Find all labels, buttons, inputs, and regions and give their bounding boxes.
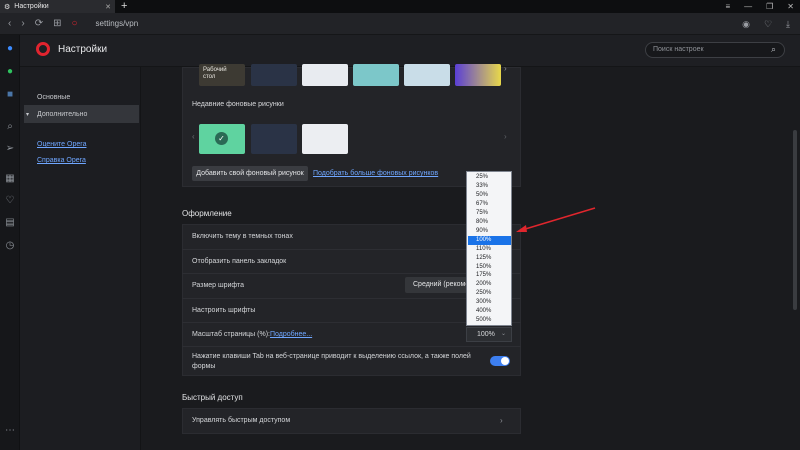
window-controls: ≡ — ❐ ✕	[725, 0, 794, 13]
minimize-button[interactable]: —	[744, 0, 752, 13]
page-zoom-select[interactable]: 100% ⌄	[466, 327, 512, 342]
whatsapp-icon[interactable]: ●	[4, 66, 16, 78]
forward-icon[interactable]: ›	[21, 18, 24, 29]
search-input[interactable]: Поиск настроек	[645, 42, 785, 58]
font-size-label: Размер шрифта	[192, 282, 245, 289]
customize-fonts-label[interactable]: Настроить шрифты	[192, 307, 255, 314]
camera-icon[interactable]: ◉	[742, 19, 750, 30]
title-bar	[0, 0, 800, 13]
zoom-option-500[interactable]: 500%	[468, 316, 511, 325]
zoom-option-400[interactable]: 400%	[468, 307, 511, 316]
download-icon[interactable]: ⤓	[786, 19, 790, 30]
search-icon: ⌕	[771, 44, 777, 54]
opera-small-icon: ○	[71, 18, 78, 29]
chevron-right-icon[interactable]: ›	[504, 132, 507, 141]
recent-wallpapers-title: Недавние фоновые рисунки	[192, 101, 284, 108]
add-wallpaper-button[interactable]: Добавить свой фоновый рисунок	[192, 166, 308, 181]
wallpaper-thumb-desktop[interactable]: Рабочий стол	[199, 64, 245, 86]
page-title: Настройки	[58, 44, 108, 55]
more-wallpapers-link[interactable]: Подобрать больше фоновых рисунков	[313, 170, 438, 177]
zoom-option-300[interactable]: 300%	[468, 298, 511, 307]
zoom-option-80[interactable]: 80%	[468, 218, 511, 227]
send-icon[interactable]: ➢	[4, 143, 16, 155]
appearance-section-title: Оформление	[182, 209, 232, 218]
page-zoom-more-link[interactable]: Подробнее...	[270, 331, 312, 338]
speed-dial-icon[interactable]: ▦	[4, 173, 16, 185]
wallpaper-thumb[interactable]	[455, 64, 501, 86]
zoom-option-110[interactable]: 110%	[468, 245, 511, 254]
gear-icon: ⚙	[4, 3, 11, 11]
page-zoom-value: 100%	[477, 331, 495, 338]
annotation-arrow	[516, 207, 596, 232]
vk-icon[interactable]: ■	[4, 89, 16, 101]
speed-dial-section-title: Быстрый доступ	[182, 393, 243, 402]
bookmarks-bar-label: Отобразить панель закладок	[192, 258, 287, 265]
chevron-left-icon[interactable]: ‹	[192, 132, 195, 141]
address-bar: ‹ › ⟳ ⊞ ○ settings/vpn ◉ ♡ ⤓	[0, 13, 800, 35]
dark-theme-label: Включить тему в темных тонах	[192, 233, 293, 240]
chevron-down-icon: ⌄	[500, 331, 506, 337]
heart-icon[interactable]: ♡	[764, 19, 772, 30]
wallpaper-thumb-label: Рабочий стол	[203, 67, 227, 80]
sidebar-item-advanced[interactable]: Дополнительно	[37, 111, 87, 118]
new-tab-button[interactable]: +	[121, 0, 127, 13]
rate-opera-link[interactable]: Оцените Opera	[37, 141, 86, 148]
chevron-down-icon: ▾	[26, 112, 30, 118]
tabs-grid-icon[interactable]: ⊞	[53, 18, 61, 29]
close-window-button[interactable]: ✕	[787, 0, 794, 13]
check-icon: ✓	[215, 132, 228, 145]
url-field[interactable]: settings/vpn	[96, 19, 139, 28]
zoom-dropdown-list[interactable]: 25% 33% 50% 67% 75% 80% 90% 100% 110% 125% 150% 175…	[466, 171, 512, 326]
recent-wallpaper-thumb[interactable]	[251, 124, 297, 154]
restore-button[interactable]: ❐	[766, 0, 773, 13]
zoom-option-200[interactable]: 200%	[468, 280, 511, 289]
tab-close-icon[interactable]: ✕	[105, 3, 111, 11]
zoom-option-175[interactable]: 175%	[468, 271, 511, 280]
settings-nav	[20, 67, 141, 450]
sidebar-item-basic[interactable]: Основные	[37, 94, 70, 101]
wallpaper-thumb[interactable]	[353, 64, 399, 86]
recent-wallpaper-thumb[interactable]	[302, 124, 348, 154]
zoom-option-25[interactable]: 25%	[468, 173, 511, 182]
toggle-knob	[501, 357, 509, 365]
back-icon[interactable]: ‹	[8, 18, 11, 29]
zoom-option-150[interactable]: 150%	[468, 263, 511, 272]
more-icon[interactable]: ⋯	[4, 425, 16, 437]
opera-logo-icon	[36, 42, 50, 56]
wallpaper-thumb[interactable]	[404, 64, 450, 86]
zoom-option-125[interactable]: 125%	[468, 254, 511, 263]
tab-settings[interactable]: ⚙ Настройки ✕	[0, 0, 115, 13]
chevron-right-icon[interactable]: ›	[504, 64, 507, 73]
zoom-option-33[interactable]: 33%	[468, 182, 511, 191]
easy-setup-icon[interactable]: ≡	[725, 0, 730, 13]
heart-icon[interactable]: ♡	[4, 195, 16, 207]
page-zoom-label: Масштаб страницы (%):	[192, 331, 270, 338]
font-size-select[interactable]: Средний (рекомендуется)	[405, 277, 467, 293]
zoom-option-100[interactable]: 100%	[468, 235, 511, 245]
history-icon[interactable]: ◷	[4, 240, 16, 252]
manage-speed-dial-label[interactable]: Управлять быстрым доступом	[192, 417, 290, 424]
zoom-option-75[interactable]: 75%	[468, 209, 511, 218]
scrollbar[interactable]	[793, 130, 797, 310]
opera-help-link[interactable]: Справка Opera	[37, 157, 86, 164]
reload-icon[interactable]: ⟳	[35, 18, 43, 29]
zoom-option-67[interactable]: 67%	[468, 200, 511, 209]
tab-key-label: Нажатие клавиши Tab на веб-странице прив…	[192, 353, 471, 370]
wallpaper-thumb[interactable]	[302, 64, 348, 86]
zoom-option-250[interactable]: 250%	[468, 289, 511, 298]
search-icon[interactable]: ⌕	[4, 121, 16, 133]
tab-title: Настройки	[14, 3, 49, 10]
messenger-icon[interactable]: ●	[4, 43, 16, 55]
zoom-option-90[interactable]: 90%	[468, 227, 511, 236]
wallpaper-thumb[interactable]	[251, 64, 297, 86]
chevron-right-icon[interactable]: ›	[500, 416, 503, 425]
zoom-option-50[interactable]: 50%	[468, 191, 511, 200]
recent-wallpaper-thumb-selected[interactable]: ✓	[199, 124, 245, 154]
news-icon[interactable]: ▤	[4, 217, 16, 229]
